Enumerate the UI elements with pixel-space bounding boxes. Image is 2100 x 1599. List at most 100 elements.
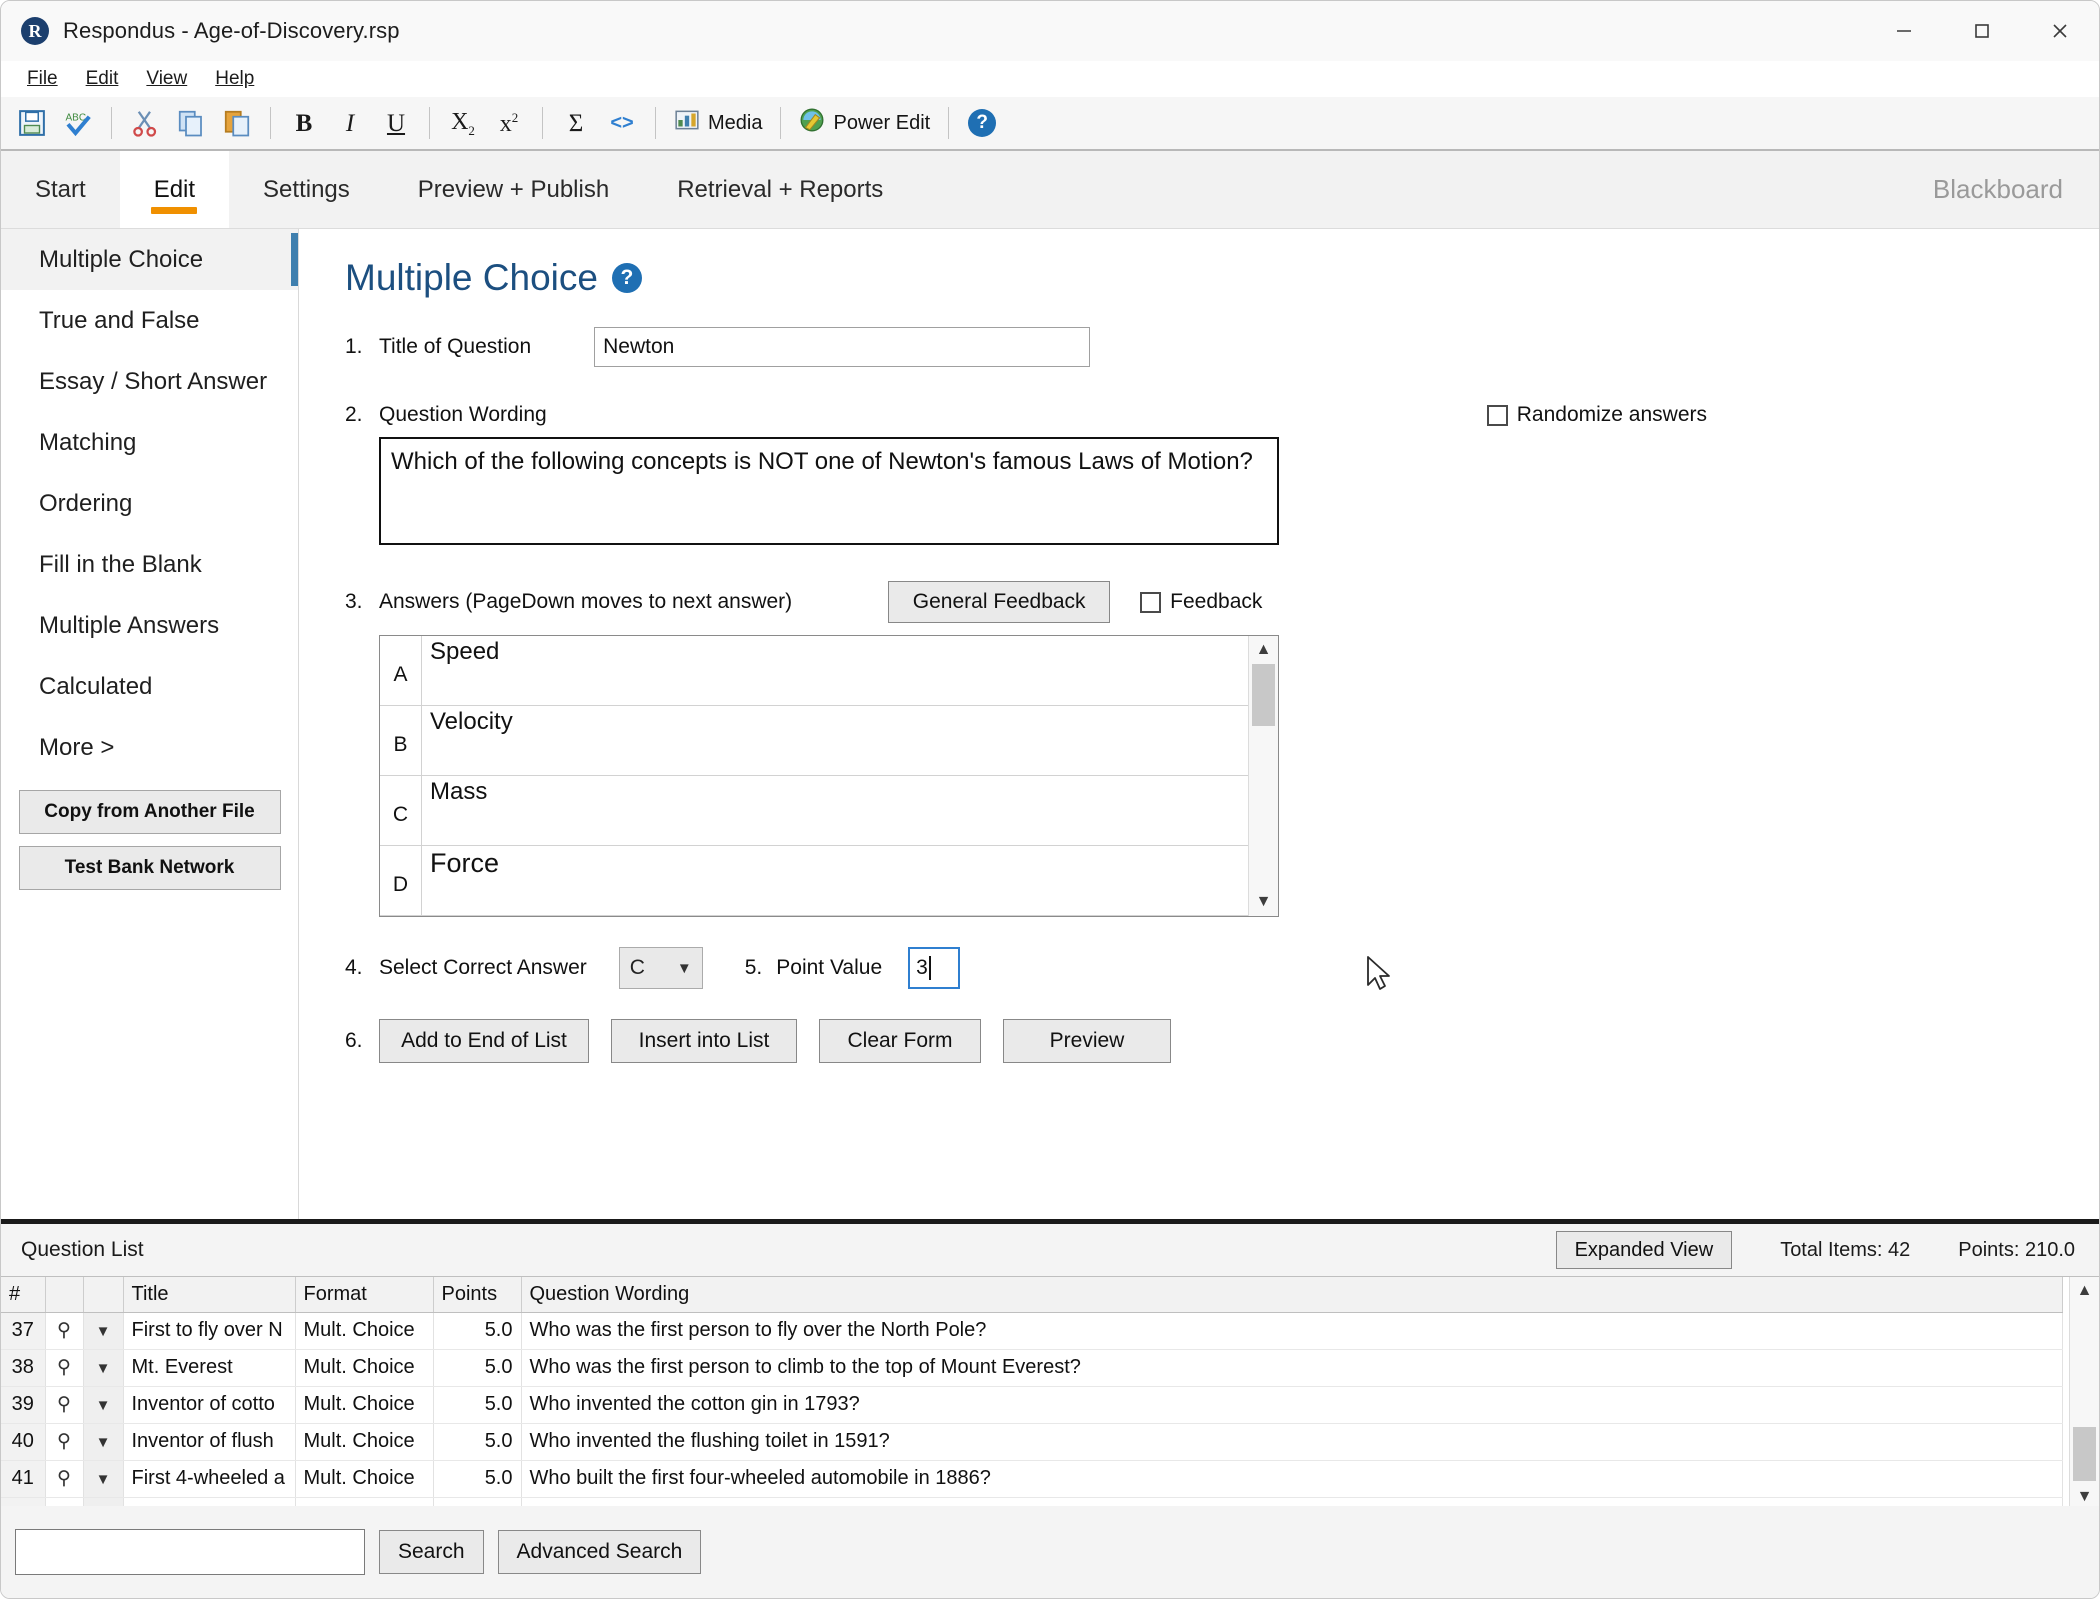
col-preview-icon[interactable] bbox=[45, 1277, 84, 1313]
row-format: Mult. Choice bbox=[295, 1349, 434, 1387]
answer-text[interactable]: Force bbox=[422, 846, 1278, 915]
col-title[interactable]: Title bbox=[123, 1277, 296, 1313]
chevron-down-icon: ▼ bbox=[95, 1434, 111, 1451]
step-5-number: 5. bbox=[744, 956, 763, 979]
tab-edit[interactable]: Edit bbox=[119, 151, 230, 228]
minimize-icon[interactable] bbox=[1865, 1, 1943, 61]
sidebar-item-label: Multiple Answers bbox=[39, 611, 220, 639]
sidebar-item-ordering[interactable]: Ordering bbox=[1, 473, 298, 534]
table-row[interactable]: 41 ⚲ ▼ First 4-wheeled a Mult. Choice 5.… bbox=[1, 1460, 2063, 1498]
save-icon[interactable] bbox=[9, 101, 55, 145]
scroll-up-icon[interactable]: ▲ bbox=[1249, 636, 1278, 664]
answer-text[interactable]: Velocity bbox=[422, 706, 1278, 775]
sidebar-item-essay-short-answer[interactable]: Essay / Short Answer bbox=[1, 351, 298, 412]
feedback-checkbox-wrap[interactable]: Feedback bbox=[1140, 590, 1262, 614]
row-preview-icon[interactable]: ⚲ bbox=[45, 1460, 84, 1498]
tab-settings[interactable]: Settings bbox=[229, 151, 384, 228]
menu-file[interactable]: File bbox=[13, 66, 72, 92]
sidebar-item-calculated[interactable]: Calculated bbox=[1, 656, 298, 717]
superscript-icon[interactable]: x2 bbox=[486, 101, 532, 145]
row-preview-icon[interactable]: ⚲ bbox=[45, 1349, 84, 1387]
answers-scrollbar[interactable]: ▲ ▼ bbox=[1248, 636, 1278, 916]
sidebar-item-matching[interactable]: Matching bbox=[1, 412, 298, 473]
row-preview-icon[interactable]: ⚲ bbox=[45, 1386, 84, 1424]
superscript-base: x bbox=[499, 110, 512, 137]
col-question-wording[interactable]: Question Wording bbox=[521, 1277, 2063, 1313]
row-preview-icon[interactable]: ⚲ bbox=[45, 1423, 84, 1461]
underline-icon[interactable]: U bbox=[373, 101, 419, 145]
magnifier-icon: ⚲ bbox=[57, 1394, 71, 1415]
tab-retrieval-reports[interactable]: Retrieval + Reports bbox=[643, 151, 917, 228]
row-menu-icon[interactable]: ▼ bbox=[83, 1349, 124, 1387]
sidebar-item-multiple-answers[interactable]: Multiple Answers bbox=[1, 595, 298, 656]
point-value-input[interactable]: 3 bbox=[908, 947, 961, 989]
scrollbar-thumb[interactable] bbox=[2073, 1427, 2096, 1481]
clear-form-button[interactable]: Clear Form bbox=[819, 1019, 981, 1063]
question-list-scrollbar[interactable]: ▲ ▼ bbox=[2069, 1277, 2099, 1511]
row-preview-icon[interactable]: ⚲ bbox=[45, 1312, 84, 1350]
menu-view[interactable]: View bbox=[132, 66, 201, 92]
copy-from-another-file-button[interactable]: Copy from Another File bbox=[18, 790, 281, 834]
tab-preview-publish[interactable]: Preview + Publish bbox=[384, 151, 643, 228]
answer-row[interactable]: A Speed bbox=[380, 636, 1278, 706]
equation-icon[interactable]: Σ bbox=[553, 101, 599, 145]
randomize-answers-checkbox[interactable] bbox=[1486, 404, 1508, 426]
search-input[interactable] bbox=[15, 1529, 365, 1575]
sidebar-item-fill-in-the-blank[interactable]: Fill in the Blank bbox=[1, 534, 298, 595]
col-format[interactable]: Format bbox=[295, 1277, 434, 1313]
help-icon[interactable]: ? bbox=[959, 101, 1005, 145]
advanced-search-button[interactable]: Advanced Search bbox=[497, 1530, 702, 1574]
row-menu-icon[interactable]: ▼ bbox=[83, 1423, 124, 1461]
bold-icon[interactable]: B bbox=[281, 101, 327, 145]
answer-row[interactable]: B Velocity bbox=[380, 706, 1278, 776]
scroll-up-icon[interactable]: ▲ bbox=[2070, 1277, 2099, 1305]
general-feedback-button[interactable]: General Feedback bbox=[888, 581, 1111, 623]
question-help-icon[interactable]: ? bbox=[611, 263, 642, 293]
row-menu-icon[interactable]: ▼ bbox=[83, 1312, 124, 1350]
insert-into-list-button[interactable]: Insert into List bbox=[611, 1019, 797, 1063]
scroll-down-icon[interactable]: ▼ bbox=[1249, 888, 1278, 916]
col-points[interactable]: Points bbox=[433, 1277, 522, 1313]
menu-help[interactable]: Help bbox=[201, 66, 268, 92]
menu-edit[interactable]: Edit bbox=[72, 66, 133, 92]
paste-icon[interactable] bbox=[214, 101, 260, 145]
test-bank-network-button[interactable]: Test Bank Network bbox=[18, 846, 281, 890]
answer-text[interactable]: Mass bbox=[422, 776, 1278, 845]
randomize-answers-checkbox-wrap[interactable]: Randomize answers bbox=[1486, 403, 1707, 427]
table-row[interactable]: 39 ⚲ ▼ Inventor of cotto Mult. Choice 5.… bbox=[1, 1386, 2063, 1424]
expanded-view-button[interactable]: Expanded View bbox=[1555, 1231, 1733, 1269]
spellcheck-icon[interactable]: ABC bbox=[55, 101, 101, 145]
answer-row[interactable]: C Mass bbox=[380, 776, 1278, 846]
col-menu-icon[interactable] bbox=[83, 1277, 124, 1313]
cut-icon[interactable] bbox=[122, 101, 168, 145]
scrollbar-thumb[interactable] bbox=[1252, 664, 1275, 726]
sidebar-item-more[interactable]: More > bbox=[1, 717, 298, 778]
sidebar-item-multiple-choice[interactable]: Multiple Choice bbox=[1, 229, 298, 290]
title-of-question-input[interactable] bbox=[594, 327, 1091, 367]
magnifier-icon: ⚲ bbox=[57, 1320, 71, 1341]
feedback-checkbox[interactable] bbox=[1140, 591, 1162, 613]
answer-row[interactable]: D Force bbox=[380, 846, 1278, 916]
subscript-icon[interactable]: X2 bbox=[440, 101, 486, 145]
search-button[interactable]: Search bbox=[379, 1530, 484, 1574]
close-icon[interactable] bbox=[2021, 1, 2099, 61]
tab-start[interactable]: Start bbox=[1, 151, 120, 228]
copy-icon[interactable] bbox=[168, 101, 214, 145]
row-menu-icon[interactable]: ▼ bbox=[83, 1386, 124, 1424]
preview-button[interactable]: Preview bbox=[1003, 1019, 1171, 1063]
maximize-icon[interactable] bbox=[1943, 1, 2021, 61]
col-number[interactable]: # bbox=[1, 1277, 46, 1313]
source-code-icon[interactable]: <> bbox=[599, 101, 645, 145]
table-row[interactable]: 40 ⚲ ▼ Inventor of flush Mult. Choice 5.… bbox=[1, 1423, 2063, 1461]
row-menu-icon[interactable]: ▼ bbox=[83, 1460, 124, 1498]
italic-icon[interactable]: I bbox=[327, 101, 373, 145]
question-wording-textarea[interactable]: Which of the following concepts is NOT o… bbox=[379, 437, 1279, 545]
media-button[interactable]: Media bbox=[666, 101, 770, 145]
answer-text[interactable]: Speed bbox=[422, 636, 1278, 705]
power-edit-button[interactable]: Power Edit bbox=[791, 101, 938, 145]
correct-answer-select[interactable]: C ▼ bbox=[618, 947, 703, 989]
table-row[interactable]: 38 ⚲ ▼ Mt. Everest Mult. Choice 5.0 Who … bbox=[1, 1349, 2063, 1387]
table-row[interactable]: 37 ⚲ ▼ First to fly over N Mult. Choice … bbox=[1, 1312, 2063, 1350]
add-to-end-of-list-button[interactable]: Add to End of List bbox=[379, 1019, 589, 1063]
sidebar-item-true-and-false[interactable]: True and False bbox=[1, 290, 298, 351]
